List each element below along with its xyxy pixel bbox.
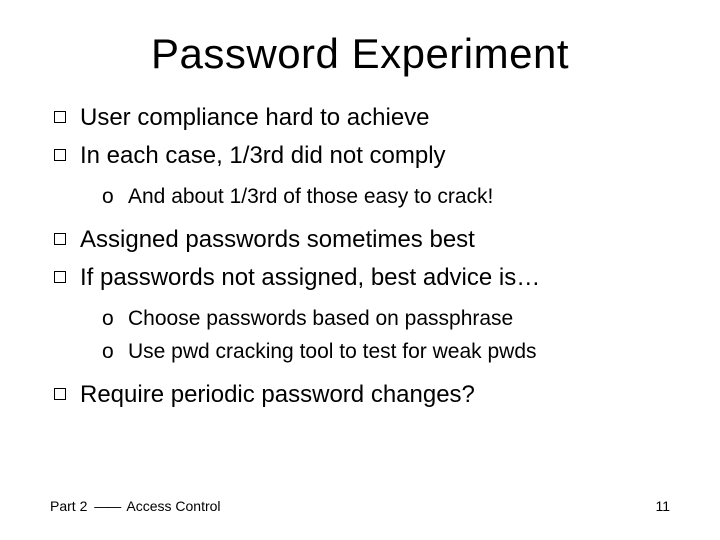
square-bullet-icon <box>54 149 66 161</box>
bullet-text: And about 1/3rd of those easy to crack! <box>128 185 493 208</box>
footer-section: Access Control <box>126 498 220 514</box>
circle-bullet-icon: o <box>102 180 114 214</box>
bullet-text: Choose passwords based on passphrase <box>128 307 513 330</box>
bullet-text: Use pwd cracking tool to test for weak p… <box>128 340 537 363</box>
square-bullet-icon <box>54 111 66 123</box>
slide: Password Experiment User compliance hard… <box>0 0 720 540</box>
bullet-text: In each case, 1/3rd did not comply <box>80 142 446 169</box>
page-number: 11 <box>655 498 670 514</box>
square-bullet-icon <box>54 271 66 283</box>
footer: Part 2 —— Access Control <box>50 498 221 514</box>
list-item: o Use pwd cracking tool to test for weak… <box>80 335 670 369</box>
list-item: o Choose passwords based on passphrase <box>80 302 670 336</box>
slide-title: Password Experiment <box>50 30 670 78</box>
square-bullet-icon <box>54 233 66 245</box>
footer-separator: —— <box>94 498 120 514</box>
list-item: o And about 1/3rd of those easy to crack… <box>80 180 670 214</box>
bullet-text: If passwords not assigned, best advice i… <box>80 264 540 291</box>
sub-list: o And about 1/3rd of those easy to crack… <box>80 180 670 214</box>
sub-list: o Choose passwords based on passphrase o… <box>80 302 670 369</box>
list-item: Assigned passwords sometimes best <box>50 222 670 258</box>
circle-bullet-icon: o <box>102 335 114 369</box>
square-bullet-icon <box>54 388 66 400</box>
bullet-list: User compliance hard to achieve In each … <box>50 100 670 413</box>
footer-part: Part 2 <box>50 498 87 514</box>
list-item: Require periodic password changes? <box>50 377 670 413</box>
bullet-text: Require periodic password changes? <box>80 381 475 408</box>
bullet-text: User compliance hard to achieve <box>80 104 430 131</box>
bullet-text: Assigned passwords sometimes best <box>80 226 475 253</box>
list-item: If passwords not assigned, best advice i… <box>50 260 670 369</box>
list-item: User compliance hard to achieve <box>50 100 670 136</box>
circle-bullet-icon: o <box>102 302 114 336</box>
list-item: In each case, 1/3rd did not comply o And… <box>50 138 670 214</box>
